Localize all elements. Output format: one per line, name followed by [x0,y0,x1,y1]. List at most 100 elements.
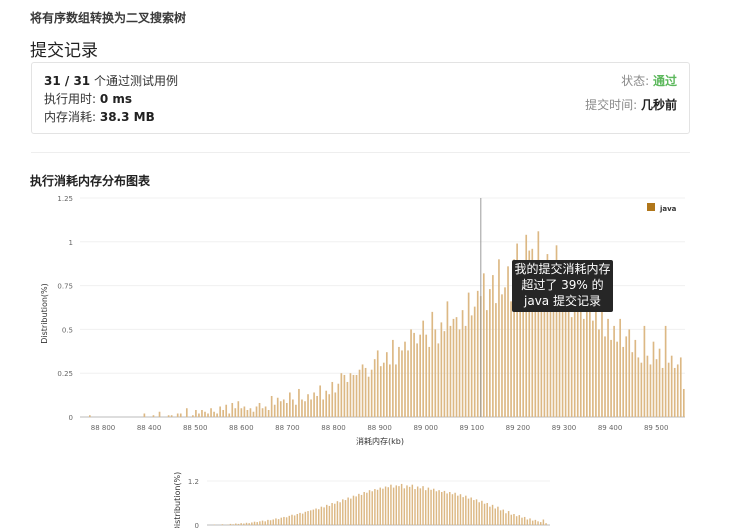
bar [424,490,427,525]
bar [467,292,470,417]
bar [534,519,537,525]
bar [152,415,155,417]
bar [542,519,545,525]
bar [282,399,285,417]
bar [293,515,296,525]
bar [269,520,272,525]
bar [237,401,240,417]
bar [213,411,215,417]
bar [513,514,515,525]
bar [518,515,521,525]
bar [407,350,409,417]
x-tick-label: 88 800 [91,424,116,432]
bar [470,315,473,417]
bar [425,334,428,417]
bar [676,364,679,417]
tooltip-line-2: 超过了 39% 的 [521,278,604,292]
bar [204,411,206,417]
bar [216,413,218,417]
y-tick-label: 0.5 [62,326,73,334]
bar [507,266,509,417]
bar [342,499,344,525]
bar [619,318,621,417]
bar [398,486,400,525]
bar [652,341,655,417]
bar [285,517,288,525]
bar [376,350,379,417]
bar [346,381,349,417]
x-tick-label: 88 800 [321,424,346,432]
y-axis-label: Distribution(%) [173,472,182,528]
tests-row: 31 / 31 个通过测试用例 [44,72,178,89]
bar [432,488,435,525]
bar [387,487,389,525]
bar [395,364,397,417]
memory-label: 内存消耗: [44,110,100,124]
bar [411,484,414,525]
bar [207,413,209,417]
runtime-row: 执行用时: 0 ms [44,90,132,107]
bar [355,496,357,525]
bar [497,506,499,525]
bar [261,408,264,417]
bar [379,366,382,417]
y-tick-label: 1.2 [188,478,199,486]
bar [323,507,325,525]
bar [438,490,440,525]
bar [489,506,491,525]
bar [607,318,609,417]
bar [408,486,411,525]
memory-distribution-chart[interactable]: 0 0.25 0.5 0.75 1 1.25 88 800 88 400 88 500 88 60… [0,190,745,452]
bar [440,322,443,417]
runtime-value: 0 ms [99,92,133,106]
bar [592,320,594,417]
bar [422,486,424,525]
bar [461,310,464,417]
bar [390,484,392,525]
second-distribution-chart[interactable]: 1.2 0 Distribution(%) [0,470,745,528]
bar [491,504,494,525]
breadcrumb[interactable]: 将有序数组转换为二叉搜索树 [30,9,186,26]
bar [473,306,476,417]
bar [273,404,276,417]
bar [334,392,337,417]
bar [443,490,446,525]
bar [185,408,188,417]
bar [403,488,406,525]
bar [398,346,400,417]
bar [558,294,561,417]
bar [334,503,336,525]
bar [319,385,321,417]
bar [258,402,261,417]
bar [449,492,451,525]
bar [243,523,245,525]
bar [507,511,510,525]
bar [295,404,297,417]
bar [310,399,312,417]
bar [360,494,363,525]
bar [261,520,264,525]
bar [492,275,494,417]
bar [628,329,631,417]
bar [331,503,333,525]
bar [475,499,478,525]
y-tick-label: 0.25 [57,370,73,378]
bar [229,523,232,525]
bar [270,395,273,417]
bar [400,483,403,525]
memory-row: 内存消耗: 38.3 MB [44,108,155,125]
submission-summary-card: 31 / 31 个通过测试用例 执行用时: 0 ms 内存消耗: 38.3 MB… [31,62,690,134]
bar [299,512,301,525]
y-tick-label: 1.25 [57,195,73,203]
bar [459,494,462,525]
bar [352,495,355,525]
bar [589,297,591,417]
bar [631,352,634,417]
runtime-label: 执行用时: [44,92,100,106]
bar [510,514,513,525]
y-tick-label: 0 [69,414,73,422]
bar [502,509,505,525]
bar [313,392,315,417]
bar [296,514,299,525]
bar [384,486,387,525]
